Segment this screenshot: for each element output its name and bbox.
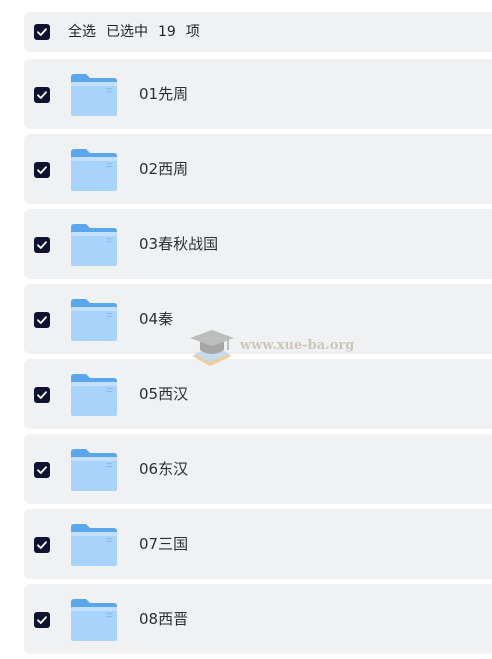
checkmark-icon <box>37 316 47 324</box>
checkmark-icon <box>37 541 47 549</box>
folder-checkbox[interactable] <box>34 162 50 178</box>
folder-icon <box>71 149 117 191</box>
selection-summary: 全选 已选中 19 项 <box>68 12 210 52</box>
folder-row[interactable]: 07三国 <box>24 509 492 579</box>
folder-icon <box>71 449 117 491</box>
folder-name[interactable]: 01先周 <box>139 59 188 129</box>
folder-row[interactable]: 01先周 <box>24 59 492 129</box>
graduation-cap-icon <box>190 330 234 366</box>
folder-icon <box>71 599 117 641</box>
select-all-bar: 全选 已选中 19 项 <box>24 12 492 52</box>
checkmark-icon <box>37 241 47 249</box>
folder-name[interactable]: 03春秋战国 <box>139 209 218 279</box>
folder-checkbox[interactable] <box>34 462 50 478</box>
folder-name[interactable]: 04秦 <box>139 284 173 354</box>
folder-icon <box>71 74 117 116</box>
checkmark-icon <box>37 28 47 36</box>
folder-row[interactable]: 03春秋战国 <box>24 209 492 279</box>
folder-checkbox[interactable] <box>34 87 50 103</box>
watermark-text: www.xue-ba.org <box>240 338 355 353</box>
folder-checkbox[interactable] <box>34 237 50 253</box>
folder-checkbox[interactable] <box>34 312 50 328</box>
folder-icon <box>71 299 117 341</box>
folder-icon <box>71 224 117 266</box>
folder-row[interactable]: 06东汉 <box>24 434 492 504</box>
selected-suffix: 项 <box>185 24 200 40</box>
watermark: www.xue-ba.org <box>188 326 358 372</box>
folder-name[interactable]: 07三国 <box>139 509 188 579</box>
folder-checkbox[interactable] <box>34 612 50 628</box>
folder-name[interactable]: 02西周 <box>139 134 188 204</box>
folder-checkbox[interactable] <box>34 537 50 553</box>
checkmark-icon <box>37 166 47 174</box>
folder-checkbox[interactable] <box>34 387 50 403</box>
checkmark-icon <box>37 391 47 399</box>
selected-prefix: 已选中 <box>106 24 148 40</box>
folder-name[interactable]: 06东汉 <box>139 434 188 504</box>
select-all-checkbox[interactable] <box>34 24 50 40</box>
folder-icon <box>71 374 117 416</box>
folder-row[interactable]: 02西周 <box>24 134 492 204</box>
folder-name[interactable]: 05西汉 <box>139 359 188 429</box>
checkmark-icon <box>37 466 47 474</box>
folder-icon <box>71 524 117 566</box>
folder-row[interactable]: 08西晋 <box>24 584 492 654</box>
select-all-label[interactable]: 全选 <box>68 24 96 40</box>
selected-count: 19 <box>158 24 176 40</box>
checkmark-icon <box>37 616 47 624</box>
checkmark-icon <box>37 91 47 99</box>
folder-name[interactable]: 08西晋 <box>139 584 188 654</box>
